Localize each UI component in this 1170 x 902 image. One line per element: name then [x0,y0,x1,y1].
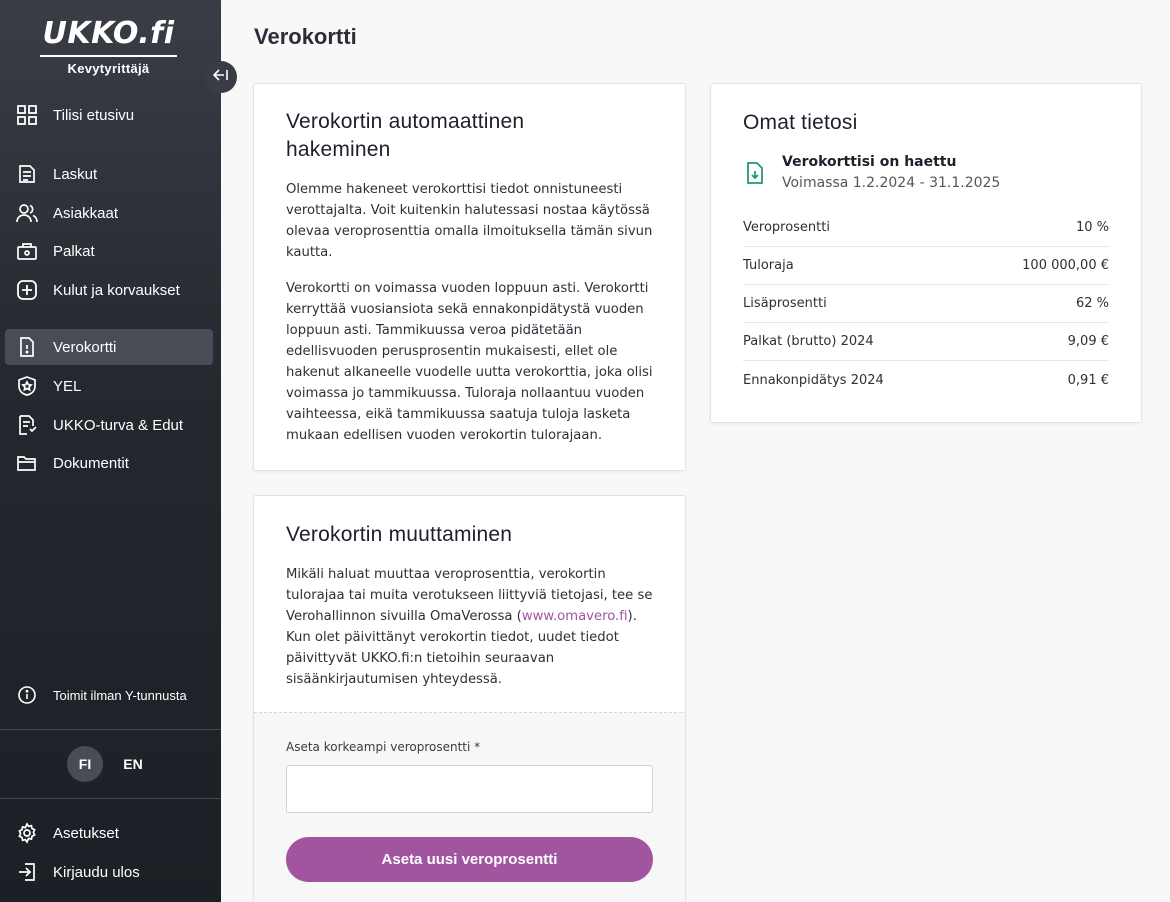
sidebar-item-label: Palkat [53,242,95,260]
sidebar-item-label: Verokortti [53,338,117,356]
benefits-icon [16,414,38,436]
collapse-arrow-icon [212,68,229,87]
document-download-icon [746,162,764,189]
tax-percent-form: Aseta korkeampi veroprosentti * Aseta uu… [254,712,685,902]
gear-icon [16,822,38,844]
info-label: Lisäprosentti [743,296,827,311]
sidebar-item-label: Asetukset [53,824,119,842]
own-info-heading: Omat tietosi [743,111,858,134]
change-tax-card-text: Mikäli haluat muuttaa veroprosenttia, ve… [286,564,656,690]
change-tax-card-panel: Verokortin muuttaminen Mikäli haluat muu… [253,495,686,902]
tax-card-validity: Voimassa 1.2.2024 - 31.1.2025 [782,175,1001,191]
info-value: 10 % [1075,220,1109,235]
auto-tax-card-text: Olemme hakeneet verokorttisi tiedot onni… [286,182,653,260]
shield-icon [16,375,38,397]
plus-circle-icon [16,279,38,301]
sidebar-item-label: Dokumentit [53,454,129,472]
invoice-icon [16,163,38,185]
info-label: Tuloraja [743,258,794,273]
omavero-link[interactable]: www.omavero.fi [522,609,628,624]
info-label: Palkat (brutto) 2024 [743,334,874,349]
logout-icon [16,861,38,883]
sidebar-divider [0,798,221,799]
sidebar-item-label: YEL [53,377,82,395]
info-value: 0,91 € [1067,372,1109,388]
sidebar-item-dashboard[interactable]: Tilisi etusivu [5,97,213,133]
auto-tax-card-validity-text: Verokortti on voimassa vuoden loppuun as… [286,281,653,443]
logo-text: UKKO.fi [42,16,175,51]
tax-percent-label: Aseta korkeampi veroprosentti * [286,740,481,754]
sidebar-item-documents[interactable]: Dokumentit [5,445,213,481]
users-icon [16,202,38,224]
info-row-gross-salary: Palkat (brutto) 2024 9,09 € [743,323,1109,361]
language-fi-button[interactable]: FI [67,746,103,782]
page-title: Verokortti [254,24,357,49]
sidebar-divider [0,729,221,730]
sidebar: UKKO.fi Kevytyrittäjä Tilisi etusivu Las… [0,0,221,902]
tax-info-list: Veroprosentti 10 % Tuloraja 100 000,00 €… [743,209,1109,399]
sidebar-item-expenses[interactable]: Kulut ja korvaukset [5,272,213,308]
sidebar-item-tax-card[interactable]: Verokortti [5,329,213,365]
logo-underline [40,55,177,57]
sidebar-item-customers[interactable]: Asiakkaat [5,195,213,231]
auto-tax-card-heading: Verokortin automaattinen hakeminen [286,110,525,161]
tax-card-status-title: Verokorttisi on haettu [782,154,957,170]
sidebar-item-no-business-id[interactable]: Toimit ilman Y-tunnusta [5,677,213,713]
sidebar-item-label: UKKO-turva & Edut [53,416,184,434]
tax-card-icon [16,336,38,358]
sidebar-item-logout[interactable]: Kirjaudu ulos [5,854,213,890]
change-tax-card-heading: Verokortin muuttaminen [286,523,513,546]
info-label: Veroprosentti [743,220,830,235]
sidebar-item-label: Kirjaudu ulos [53,863,140,881]
language-en-button[interactable]: EN [115,746,151,782]
sidebar-item-label: Asiakkaat [53,204,119,222]
sidebar-item-label: Laskut [53,165,98,183]
info-value: 100 000,00 € [1022,258,1109,273]
info-value: 62 % [1075,296,1109,311]
ukko-logo[interactable]: UKKO.fi Kevytyrittäjä [40,16,177,76]
sidebar-item-benefits[interactable]: UKKO-turva & Edut [5,407,213,443]
sidebar-item-label: Tilisi etusivu [53,106,135,124]
own-info-panel: Omat tietosi Verokorttisi on haettu Voim… [710,83,1142,423]
sidebar-item-yel[interactable]: YEL [5,368,213,404]
sidebar-item-invoices[interactable]: Laskut [5,156,213,192]
logo-subtitle: Kevytyrittäjä [67,61,150,76]
info-row-withholding: Ennakonpidätys 2024 0,91 € [743,361,1109,399]
auto-tax-card-panel: Verokortin automaattinen hakeminen Olemm… [253,83,686,471]
grid-icon [16,104,38,126]
sidebar-item-label: Kulut ja korvaukset [53,281,180,299]
info-row-income-limit: Tuloraja 100 000,00 € [743,247,1109,285]
sidebar-item-label: Toimit ilman Y-tunnusta [53,687,187,703]
info-row-additional-rate: Lisäprosentti 62 % [743,285,1109,323]
info-label: Ennakonpidätys 2024 [743,372,884,388]
info-icon [16,684,38,706]
sidebar-item-salaries[interactable]: Palkat [5,233,213,269]
tax-percent-input[interactable] [286,765,653,813]
set-tax-percent-button[interactable]: Aseta uusi veroprosentti [286,837,653,882]
info-value: 9,09 € [1067,334,1109,349]
collapse-sidebar-button[interactable] [205,61,237,93]
folder-icon [16,452,38,474]
sidebar-item-settings[interactable]: Asetukset [5,815,213,851]
info-row-tax-rate: Veroprosentti 10 % [743,209,1109,247]
wallet-icon [16,240,38,262]
